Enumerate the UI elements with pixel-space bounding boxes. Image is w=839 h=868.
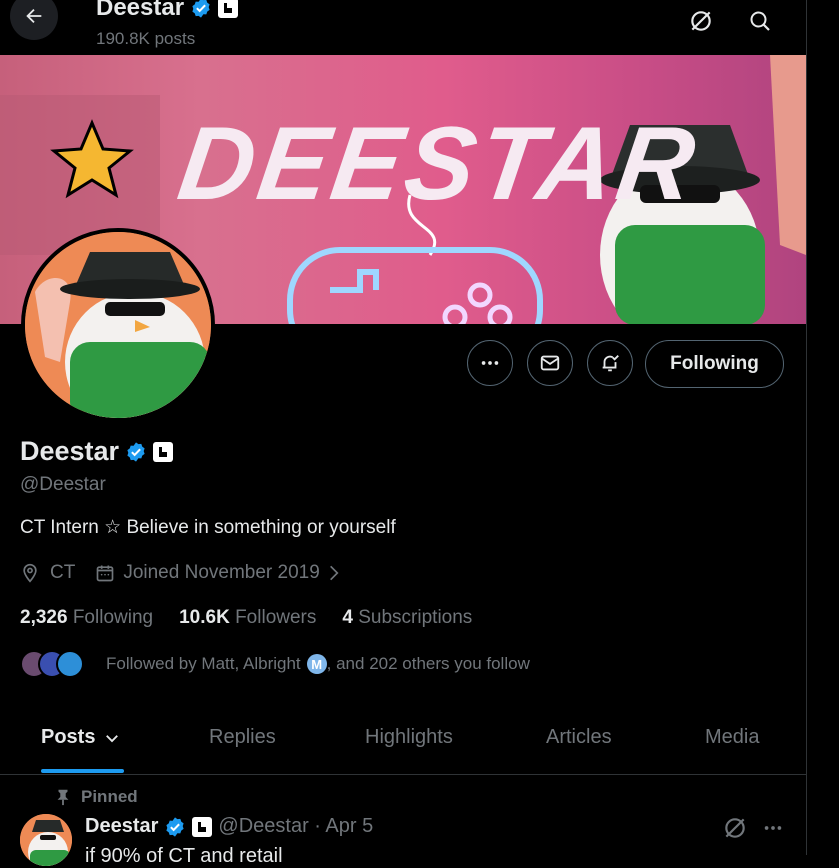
joined-item: Joined November 2019: [95, 562, 341, 584]
following-button[interactable]: Following: [645, 340, 784, 388]
post-handle-time[interactable]: @Deestar · Apr 5: [218, 815, 373, 838]
profile-header: Deestar 190.8K posts: [0, 0, 806, 55]
tab-articles[interactable]: Articles: [546, 726, 612, 749]
post-avatar[interactable]: [20, 814, 72, 866]
tab-media[interactable]: Media: [705, 726, 759, 749]
followers-stat[interactable]: 10.6K Followers: [179, 607, 316, 629]
header-name: Deestar: [96, 0, 185, 21]
subscriptions-stat[interactable]: 4 Subscriptions: [342, 607, 472, 629]
back-arrow-icon: [26, 8, 42, 24]
back-button[interactable]: [10, 0, 58, 40]
search-button[interactable]: [745, 6, 775, 36]
more-button[interactable]: [467, 340, 513, 386]
chevron-right-icon[interactable]: [326, 563, 342, 583]
pin-icon: [57, 789, 69, 806]
verified-icon: [166, 816, 185, 837]
following-label: Following: [72, 607, 154, 628]
profile-name: Deestar: [20, 436, 120, 466]
pinned-label-row: Pinned: [55, 787, 138, 807]
affiliate-badge-icon[interactable]: [153, 441, 174, 462]
header-name-row: Deestar: [96, 0, 239, 22]
profile-column: Deestar 190.8K posts DEESTAR Following D…: [0, 0, 807, 867]
post-more-button[interactable]: [760, 815, 786, 841]
profile-tabs: Posts Replies Highlights Articles Media: [0, 710, 806, 775]
location-text: CT: [50, 562, 76, 583]
location-icon: [23, 563, 37, 583]
profile-avatar[interactable]: [21, 228, 215, 422]
more-icon: [481, 361, 499, 365]
grok-icon: [725, 818, 745, 838]
chevron-down-icon: [106, 734, 119, 742]
banner-title: DEESTAR: [171, 106, 706, 222]
header-posts-count: 190.8K posts: [96, 29, 196, 48]
tab-posts-label: Posts: [41, 726, 96, 748]
subs-count: 4: [342, 607, 353, 628]
followed-by-text-end: , and 202 others you follow: [326, 654, 530, 673]
verified-icon[interactable]: [125, 441, 147, 463]
follower-avatar: [56, 650, 84, 678]
post-text: if 90% of CT and retail: [85, 845, 283, 867]
pinned-label: Pinned: [81, 787, 138, 806]
following-stat[interactable]: 2,326 Following: [20, 607, 153, 629]
affiliate-badge-icon: [218, 0, 239, 18]
location-item: CT: [20, 562, 75, 584]
profile-stats: 2,326 Following 10.6K Followers 4 Subscr…: [20, 607, 472, 629]
followed-by-text-start: Followed by Matt, Albright: [106, 654, 301, 673]
tab-highlights[interactable]: Highlights: [365, 726, 453, 749]
subs-label: Subscriptions: [358, 607, 473, 628]
message-button[interactable]: [527, 340, 573, 386]
search-icon: [750, 11, 770, 31]
grok-icon: [691, 11, 711, 31]
profile-meta: CT Joined November 2019: [20, 562, 342, 584]
profile-handle: @Deestar: [20, 474, 106, 495]
notify-button[interactable]: [587, 340, 633, 386]
joined-text: Joined November 2019: [123, 562, 320, 583]
affiliate-badge-icon: [192, 816, 213, 837]
follower-badge-icon: M: [306, 654, 327, 674]
post-grok-button[interactable]: [722, 815, 748, 841]
post-author-name[interactable]: Deestar: [85, 815, 158, 838]
mail-icon: [540, 355, 560, 371]
bell-plus-icon: [602, 355, 619, 372]
followers-count: 10.6K: [179, 607, 230, 628]
post-avatar-art: [20, 814, 72, 866]
penguin-avatar-art: [25, 232, 211, 418]
profile-name-row: Deestar: [20, 436, 174, 467]
verified-icon: [192, 0, 210, 18]
following-count: 2,326: [20, 607, 68, 628]
followers-label: Followers: [235, 607, 317, 628]
profile-bio: CT Intern ☆ Believe in something or your…: [20, 517, 396, 538]
tab-posts[interactable]: Posts: [41, 726, 121, 749]
post-header: Deestar @Deestar · Apr 5: [85, 815, 373, 838]
followed-by[interactable]: Followed by Matt, Albright M , and 202 o…: [20, 650, 530, 678]
calendar-icon: [96, 565, 114, 582]
more-icon: [764, 826, 782, 830]
grok-button[interactable]: [686, 6, 716, 36]
tab-replies[interactable]: Replies: [209, 726, 276, 749]
active-tab-indicator: [41, 769, 124, 773]
